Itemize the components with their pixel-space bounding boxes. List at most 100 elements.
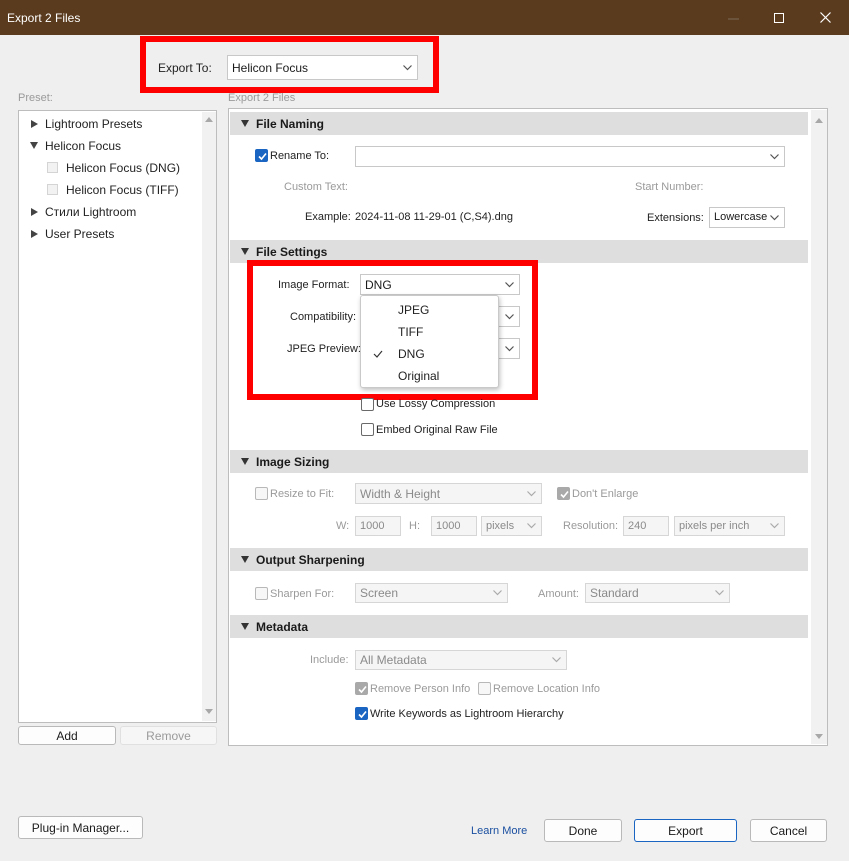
panel-header: Export 2 Files [228, 92, 296, 104]
preset-item-lightroom-presets[interactable]: Lightroom Presets [45, 117, 142, 131]
expand-icon[interactable] [31, 120, 38, 128]
format-option-tiff[interactable]: TIFF [398, 325, 423, 339]
section-metadata[interactable]: Metadata [230, 615, 808, 638]
resize-checkbox[interactable] [255, 487, 268, 500]
preset-header: Preset: [18, 92, 53, 104]
collapse-icon [241, 248, 249, 255]
resolution-unit-select[interactable]: pixels per inch [674, 516, 785, 536]
resolution-input[interactable]: 240 [623, 516, 669, 536]
scroll-down-icon[interactable] [205, 709, 213, 715]
rename-label: Rename To: [270, 150, 330, 162]
check-icon [358, 710, 367, 719]
resize-mode-select[interactable]: Width & Height [355, 483, 542, 504]
remove-preset-button[interactable]: Remove [120, 726, 217, 745]
chevron-down-icon [403, 64, 412, 70]
preset-item-helicon-focus[interactable]: Helicon Focus [45, 139, 121, 153]
image-format-select[interactable]: DNG [360, 274, 520, 295]
preset-scrollbar[interactable] [202, 112, 216, 721]
add-preset-button[interactable]: Add [18, 726, 116, 745]
resize-mode-value: Width & Height [360, 486, 441, 501]
amount-select[interactable]: Standard [585, 583, 730, 603]
remove-person-checkbox[interactable] [355, 682, 368, 695]
metadata-include-select[interactable]: All Metadata [355, 650, 567, 670]
minimize-button[interactable] [711, 0, 757, 35]
rename-template-select[interactable] [355, 146, 785, 167]
chevron-down-icon [505, 313, 514, 319]
image-format-dropdown: JPEG TIFF DNG Original [360, 295, 499, 388]
start-number-label: Start Number: [635, 181, 704, 193]
minimize-icon [728, 18, 739, 20]
format-option-original[interactable]: Original [398, 369, 439, 383]
scroll-up-icon[interactable] [815, 118, 823, 124]
height-input[interactable]: 1000 [431, 516, 477, 536]
sharpen-label: Sharpen For: [270, 588, 335, 600]
section-title: Metadata [256, 620, 309, 634]
check-icon [358, 685, 367, 694]
close-button[interactable] [803, 0, 849, 35]
maximize-button[interactable] [757, 0, 803, 35]
collapse-icon[interactable] [30, 142, 38, 149]
metadata-include-value: All Metadata [360, 653, 427, 667]
maximize-icon [774, 13, 784, 23]
lossy-compression-checkbox[interactable] [361, 398, 374, 411]
panel-scrollbar[interactable] [811, 110, 827, 744]
preset-list: Lightroom Presets Helicon Focus Helicon … [18, 110, 217, 723]
close-icon [820, 12, 831, 23]
sharpen-for-select[interactable]: Screen [355, 583, 508, 603]
custom-text-label: Custom Text: [284, 181, 348, 193]
chevron-down-icon [770, 153, 779, 159]
dont-enlarge-checkbox[interactable] [557, 487, 570, 500]
resolution-unit-value: pixels per inch [679, 519, 750, 532]
remove-location-label: Remove Location Info [493, 683, 601, 695]
scroll-up-icon[interactable] [205, 117, 213, 123]
format-option-jpeg[interactable]: JPEG [398, 303, 429, 317]
learn-more-link[interactable]: Learn More [471, 825, 527, 837]
chevron-down-icon [770, 523, 779, 529]
preset-item-user-presets[interactable]: User Presets [45, 227, 114, 241]
rename-checkbox[interactable] [255, 149, 268, 162]
chevron-down-icon [505, 281, 514, 287]
collapse-icon [241, 623, 249, 630]
section-title: File Naming [256, 117, 325, 131]
preset-icon [47, 184, 58, 195]
export-to-select[interactable]: Helicon Focus [227, 55, 418, 80]
width-input[interactable]: 1000 [355, 516, 401, 536]
section-title: File Settings [256, 245, 328, 259]
expand-icon[interactable] [31, 208, 38, 216]
sharpen-checkbox[interactable] [255, 587, 268, 600]
jpeg-preview-label: JPEG Preview: [287, 343, 361, 355]
chevron-down-icon [770, 214, 779, 220]
window-title: Export 2 Files [7, 11, 81, 25]
export-button[interactable]: Export [634, 819, 737, 842]
export-to-value: Helicon Focus [232, 60, 309, 75]
collapse-icon [241, 458, 249, 465]
chevron-down-icon [552, 657, 561, 663]
remove-location-checkbox[interactable] [478, 682, 491, 695]
height-label: H: [409, 520, 420, 532]
preset-item-lightroom-styles[interactable]: Стили Lightroom [45, 205, 136, 219]
extensions-select[interactable]: Lowercase [709, 207, 785, 228]
plugin-manager-button[interactable]: Plug-in Manager... [18, 816, 143, 839]
section-output-sharpening[interactable]: Output Sharpening [230, 548, 808, 571]
section-file-naming[interactable]: File Naming [230, 112, 808, 135]
preset-item-helicon-dng[interactable]: Helicon Focus (DNG) [66, 161, 180, 175]
amount-label: Amount: [538, 588, 579, 600]
title-bar: Export 2 Files [0, 0, 849, 35]
scroll-down-icon[interactable] [815, 734, 823, 740]
expand-icon[interactable] [31, 230, 38, 238]
format-option-dng[interactable]: DNG [398, 347, 425, 361]
embed-raw-checkbox[interactable] [361, 423, 374, 436]
section-image-sizing[interactable]: Image Sizing [230, 450, 808, 473]
size-unit-select[interactable]: pixels [481, 516, 542, 536]
check-icon [560, 490, 569, 499]
cancel-button[interactable]: Cancel [750, 819, 827, 842]
done-button[interactable]: Done [544, 819, 622, 842]
chevron-down-icon [493, 590, 502, 596]
write-keywords-checkbox[interactable] [355, 707, 368, 720]
image-format-label: Image Format: [278, 279, 350, 291]
remove-person-label: Remove Person Info [370, 683, 471, 695]
preset-item-helicon-tiff[interactable]: Helicon Focus (TIFF) [66, 183, 179, 197]
collapse-icon [241, 556, 249, 563]
extensions-value: Lowercase [714, 211, 768, 223]
example-label: Example: [305, 211, 351, 223]
